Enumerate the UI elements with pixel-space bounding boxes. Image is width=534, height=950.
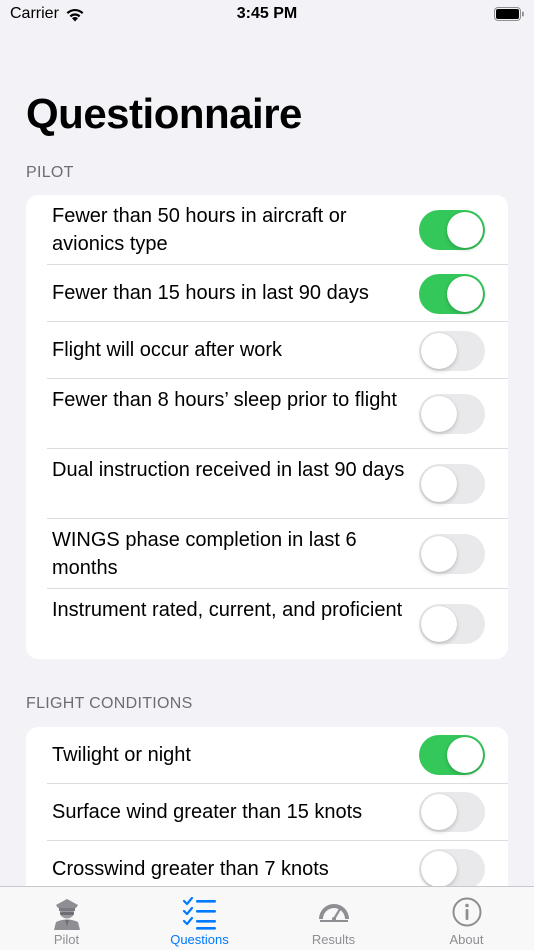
question-label: Surface wind greater than 15 knots [52,801,363,823]
toggle-knob [421,536,457,572]
pilot-group: Fewer than 50 hours in aircraft or avion… [26,195,508,659]
question-row: Dual instruction received in last 90 day… [26,449,508,519]
toggle-knob [447,212,483,248]
page-title: Questionnaire [26,90,302,137]
question-label: Fewer than 50 hours in aircraft or avion… [52,205,347,255]
status-time: 3:45 PM [236,5,298,22]
toggle-knob [447,276,483,312]
question-row: Fewer than 50 hours in aircraft or avion… [26,195,508,265]
question-toggle[interactable] [419,394,485,434]
pilot-icon [53,899,80,930]
tab-pilot[interactable]: Pilot [0,887,133,950]
tab-about[interactable]: About [400,887,533,950]
question-row: Surface wind greater than 15 knots [26,784,508,841]
tab-label: Pilot [53,932,80,947]
question-label: Twilight or night [52,744,191,766]
toggle-knob [421,606,457,642]
question-toggle[interactable] [419,735,485,775]
info-icon [452,897,481,927]
tab-results[interactable]: Results [267,887,400,950]
question-row: Twilight or night [26,727,508,784]
question-toggle[interactable] [419,792,485,832]
question-label: Instrument rated, current, and proficien… [52,599,403,621]
question-row: Fewer than 15 hours in last 90 days [26,265,508,322]
tab-label: Results [311,932,356,947]
toggle-knob [421,396,457,432]
question-row: Fewer than 8 hours’ sleep prior to fligh… [26,379,508,449]
question-label: WINGS phase completion in last 6 months [52,529,357,579]
battery-icon [494,7,524,21]
question-label: Fewer than 15 hours in last 90 days [52,282,369,304]
question-label: Dual instruction received in last 90 day… [52,459,405,481]
tab-label: Questions [170,932,229,947]
tab-questions[interactable]: Questions [133,887,266,950]
toggle-knob [421,851,457,887]
question-toggle[interactable] [419,534,485,574]
tab-label: About [449,932,484,947]
section-header-pilot: PILOT [26,164,74,181]
question-toggle[interactable] [419,849,485,889]
question-label: Flight will occur after work [52,339,283,361]
question-row: Flight will occur after work [26,322,508,379]
question-toggle[interactable] [419,210,485,250]
question-row: Instrument rated, current, and proficien… [26,589,508,659]
tab-bar: Pilot Questions Results About [0,886,534,950]
question-toggle[interactable] [419,464,485,504]
toggle-knob [421,466,457,502]
question-row: WINGS phase completion in last 6 months [26,519,508,589]
gauge-icon [318,904,349,922]
question-label: Crosswind greater than 7 knots [52,858,329,880]
question-toggle[interactable] [419,274,485,314]
checklist-icon [182,896,216,930]
toggle-knob [421,794,457,830]
status-bar: Carrier 3:45 PM [0,0,534,30]
toggle-knob [421,333,457,369]
question-toggle[interactable] [419,331,485,371]
section-header-flight-conditions: FLIGHT CONDITIONS [26,695,193,712]
question-toggle[interactable] [419,604,485,644]
toggle-knob [447,737,483,773]
question-label: Fewer than 8 hours’ sleep prior to fligh… [52,389,397,411]
